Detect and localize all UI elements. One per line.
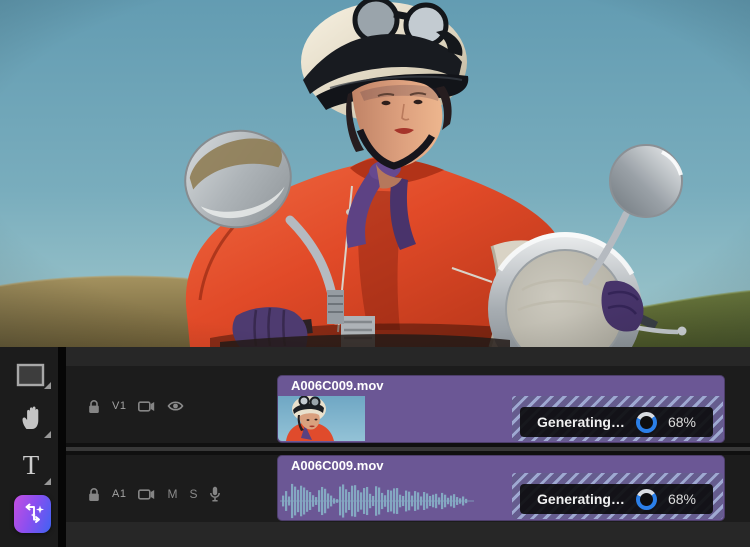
progress-spinner: [635, 411, 657, 433]
video-clip[interactable]: A006C009.mov Generating… 68%: [277, 375, 725, 443]
generative-extend-icon: [25, 503, 44, 523]
clip-name: A006C009.mov: [291, 458, 384, 473]
progress-percent: 68%: [667, 491, 696, 507]
clip-thumbnail: [278, 396, 365, 441]
panel-divider: [58, 347, 66, 547]
clip-name: A006C009.mov: [291, 378, 384, 393]
rectangle-tool-button[interactable]: [15, 362, 47, 389]
generating-badge: Generating… 68%: [520, 407, 713, 437]
flyout-indicator: [44, 431, 51, 438]
audio-track-target[interactable]: A1: [112, 488, 126, 500]
hand-icon: [22, 406, 38, 429]
premiere-pro-ui: T V1 A1 M S A006C009.mov Generating… 68%…: [0, 0, 750, 547]
flyout-indicator: [44, 382, 51, 389]
video-track-target[interactable]: V1: [112, 400, 126, 412]
track-targeting-icon[interactable]: [138, 488, 155, 501]
mute-button[interactable]: M: [167, 487, 177, 501]
hand-tool-button[interactable]: [16, 402, 46, 432]
lock-icon[interactable]: [88, 399, 100, 414]
program-monitor-image: [0, 0, 750, 347]
flyout-indicator: [44, 478, 51, 485]
audio-waveform: [280, 483, 474, 519]
progress-percent: 68%: [667, 414, 696, 430]
audio-track-header: A1 M S: [88, 486, 221, 502]
generating-label: Generating…: [537, 414, 625, 430]
generating-label: Generating…: [537, 491, 625, 507]
track-targeting-icon[interactable]: [138, 400, 155, 413]
timeline-panel: T V1 A1 M S A006C009.mov Generating… 68%…: [0, 347, 750, 547]
microphone-icon[interactable]: [209, 486, 221, 503]
track-divider[interactable]: [66, 443, 750, 455]
progress-spinner: [635, 488, 657, 510]
rectangle-icon: [16, 363, 45, 387]
lock-icon[interactable]: [88, 487, 100, 502]
tools-panel: T: [0, 347, 58, 547]
eye-icon[interactable]: [167, 400, 184, 412]
generating-badge: Generating… 68%: [520, 484, 713, 514]
type-tool-button[interactable]: T: [16, 449, 46, 481]
video-track-header: V1: [88, 398, 184, 414]
type-tool-glyph: T: [22, 449, 40, 480]
audio-clip[interactable]: A006C009.mov Generating… 68%: [277, 455, 725, 521]
solo-button[interactable]: S: [189, 487, 197, 501]
generative-extend-tool-button[interactable]: [14, 495, 51, 533]
